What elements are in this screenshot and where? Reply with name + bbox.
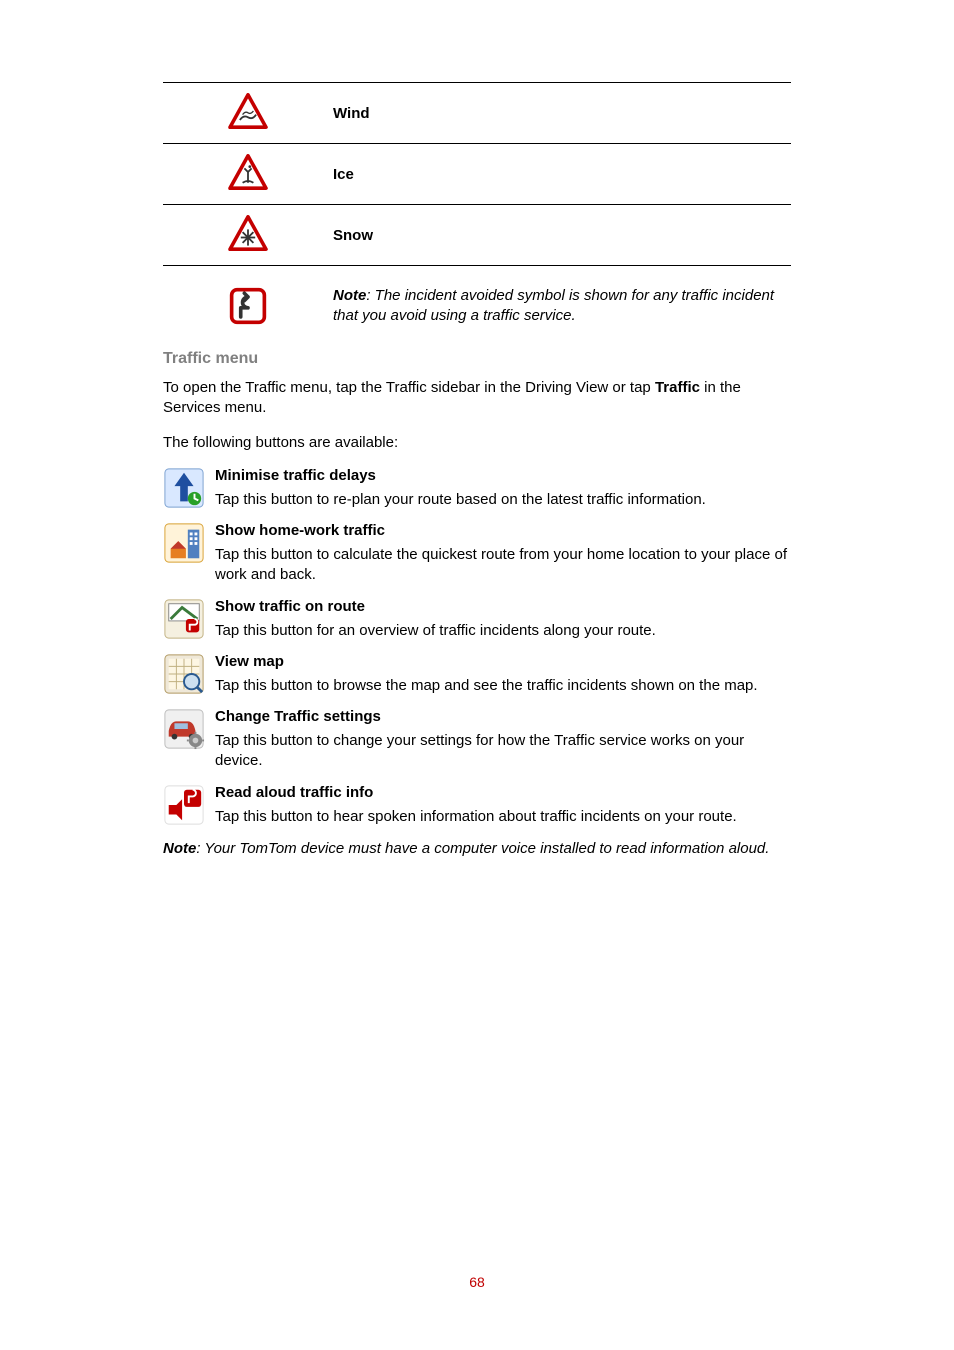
ice-icon (228, 154, 268, 190)
weather-icon-cell (163, 205, 333, 266)
menu-desc: Tap this button to calculate the quickes… (215, 545, 791, 586)
menu-body: Minimise traffic delays Tap this button … (215, 467, 791, 510)
incident-avoided-note: Note: The incident avoided symbol is sho… (163, 286, 791, 326)
weather-symbol-table: Wind Ice (163, 82, 791, 266)
read-aloud-icon (163, 784, 205, 826)
menu-item-traffic-on-route: Show traffic on route Tap this button fo… (163, 598, 791, 641)
menu-item-change-settings: Change Traffic settings Tap this button … (163, 708, 791, 772)
home-work-icon (163, 522, 205, 564)
menu-body: View map Tap this button to browse the m… (215, 653, 791, 696)
incident-avoided-icon (228, 286, 268, 326)
footer-note: Note: Your TomTom device must have a com… (163, 839, 791, 859)
weather-label: Ice (333, 144, 791, 205)
weather-label: Wind (333, 83, 791, 144)
section-title: Traffic menu (163, 350, 791, 368)
menu-title: Minimise traffic delays (215, 467, 791, 484)
menu-desc: Tap this button to browse the map and se… (215, 676, 791, 696)
menu-item-read-aloud: Read aloud traffic info Tap this button … (163, 784, 791, 827)
weather-icon-cell (163, 144, 333, 205)
view-map-icon (163, 653, 205, 695)
menu-desc: Tap this button to hear spoken informati… (215, 807, 791, 827)
note-bold: Note (333, 287, 366, 304)
menu-title: Show traffic on route (215, 598, 791, 615)
page-number: 68 (0, 1274, 954, 1290)
document-page: Wind Ice (0, 0, 954, 1350)
menu-desc: Tap this button for an overview of traff… (215, 621, 791, 641)
footer-note-bold: Note (163, 840, 196, 857)
menu-title: View map (215, 653, 791, 670)
menu-item-home-work: Show home-work traffic Tap this button t… (163, 522, 791, 586)
menu-desc: Tap this button to re-plan your route ba… (215, 490, 791, 510)
menu-body: Read aloud traffic info Tap this button … (215, 784, 791, 827)
note-icon-wrap (163, 286, 333, 326)
menu-body: Show traffic on route Tap this button fo… (215, 598, 791, 641)
table-row: Wind (163, 83, 791, 144)
table-row: Ice (163, 144, 791, 205)
note-rest: : The incident avoided symbol is shown f… (333, 287, 774, 324)
menu-title: Read aloud traffic info (215, 784, 791, 801)
footer-note-rest: : Your TomTom device must have a compute… (196, 840, 769, 857)
menu-item-minimise-delays: Minimise traffic delays Tap this button … (163, 467, 791, 510)
menu-desc: Tap this button to change your settings … (215, 731, 791, 772)
weather-label: Snow (333, 205, 791, 266)
traffic-route-icon (163, 598, 205, 640)
menu-item-view-map: View map Tap this button to browse the m… (163, 653, 791, 696)
menu-body: Change Traffic settings Tap this button … (215, 708, 791, 772)
car-settings-icon (163, 708, 205, 750)
menu-title: Show home-work traffic (215, 522, 791, 539)
wind-icon (228, 93, 268, 129)
table-row: Snow (163, 205, 791, 266)
note-text: Note: The incident avoided symbol is sho… (333, 286, 791, 325)
snow-icon (228, 215, 268, 251)
menu-body: Show home-work traffic Tap this button t… (215, 522, 791, 586)
intro-bold: Traffic (655, 379, 700, 396)
menu-title: Change Traffic settings (215, 708, 791, 725)
intro-paragraph: To open the Traffic menu, tap the Traffi… (163, 378, 791, 419)
intro-pre: To open the Traffic menu, tap the Traffi… (163, 379, 655, 396)
intro-paragraph-2: The following buttons are available: (163, 433, 791, 453)
minimise-delays-icon (163, 467, 205, 509)
weather-icon-cell (163, 83, 333, 144)
